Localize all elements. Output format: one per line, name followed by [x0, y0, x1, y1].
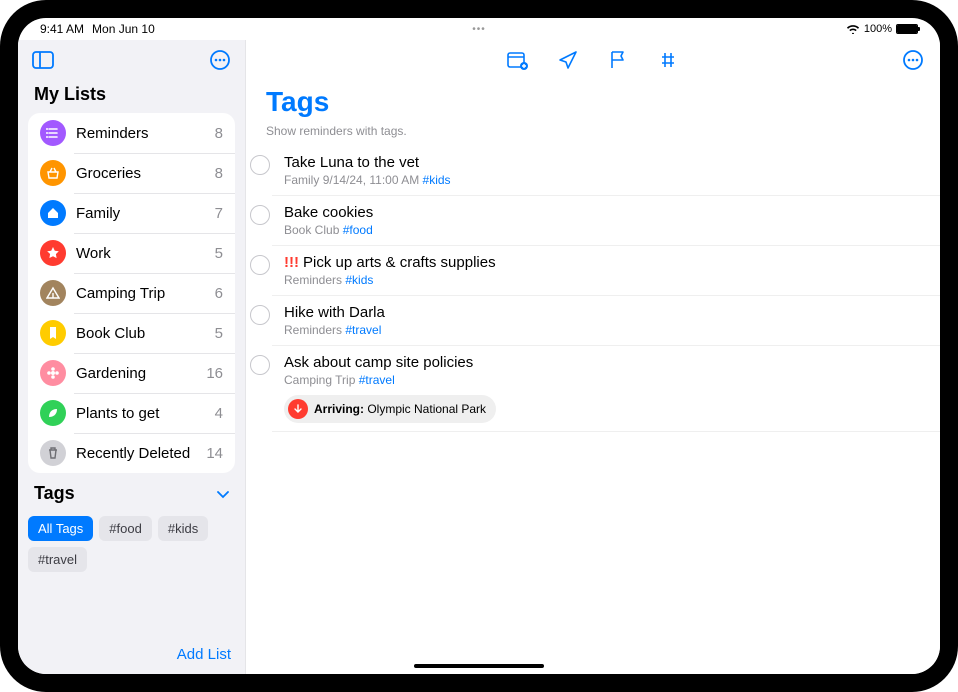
- complete-toggle[interactable]: [250, 255, 270, 275]
- reminder-row[interactable]: Hike with Darla Reminders #travel: [272, 296, 940, 346]
- complete-toggle[interactable]: [250, 355, 270, 375]
- tags-header-label: Tags: [34, 483, 75, 504]
- reminder-tag: #travel: [345, 323, 381, 337]
- home-indicator[interactable]: [414, 664, 544, 668]
- reminder-row[interactable]: Bake cookies Book Club #food: [272, 196, 940, 246]
- list-row[interactable]: Camping Trip6: [28, 273, 235, 313]
- tags-cloud: All Tags#food#kids #travel: [28, 512, 235, 582]
- location-pill[interactable]: Arriving: Olympic National Park: [284, 395, 496, 423]
- tag-button[interactable]: [655, 47, 681, 73]
- list-row[interactable]: Groceries8: [28, 153, 235, 193]
- location-button[interactable]: [555, 47, 581, 73]
- list-name: Reminders: [76, 125, 215, 142]
- battery-icon: [896, 24, 918, 34]
- reminder-tag: #travel: [359, 373, 395, 387]
- list-count: 7: [215, 205, 223, 222]
- list-row[interactable]: Book Club5: [28, 313, 235, 353]
- list-count: 4: [215, 405, 223, 422]
- list-name: Family: [76, 205, 215, 222]
- reminder-tag: #kids: [423, 173, 451, 187]
- reminder-meta: Reminders #travel: [284, 323, 920, 337]
- reminder-title: Hike with Darla: [284, 304, 920, 321]
- wifi-icon: [846, 24, 860, 34]
- page-subtitle: Show reminders with tags.: [246, 118, 940, 146]
- complete-toggle[interactable]: [250, 205, 270, 225]
- my-lists-header: My Lists: [28, 80, 235, 113]
- sidebar-toolbar: [18, 40, 245, 80]
- tag-chip[interactable]: #food: [99, 516, 152, 541]
- reminder-row[interactable]: !!!Pick up arts & crafts supplies Reminde…: [272, 246, 940, 296]
- bookmark-icon: [40, 320, 66, 346]
- list-name: Book Club: [76, 325, 215, 342]
- main-more-button[interactable]: [900, 47, 926, 73]
- reminder-tag: #kids: [345, 273, 373, 287]
- page-title: Tags: [246, 80, 940, 118]
- reminder-row[interactable]: Take Luna to the vet Family 9/14/24, 11:0…: [272, 146, 940, 196]
- list-row[interactable]: Family7: [28, 193, 235, 233]
- sidebar: My Lists Reminders8Groceries8Family7Work…: [18, 40, 246, 674]
- list-count: 8: [215, 165, 223, 182]
- reminder-title: Take Luna to the vet: [284, 154, 920, 171]
- reminder-meta: Book Club #food: [284, 223, 920, 237]
- tags-header-row[interactable]: Tags: [28, 473, 235, 512]
- list-row[interactable]: Reminders8: [28, 113, 235, 153]
- list-count: 6: [215, 285, 223, 302]
- chevron-down-icon: [217, 483, 229, 504]
- list-name: Work: [76, 245, 215, 262]
- reminder-meta: Camping Trip #travel: [284, 373, 920, 387]
- complete-toggle[interactable]: [250, 155, 270, 175]
- lists-card: Reminders8Groceries8Family7Work5Camping …: [28, 113, 235, 473]
- tag-chip[interactable]: #kids: [158, 516, 208, 541]
- reminder-tag: #food: [343, 223, 373, 237]
- list-count: 5: [215, 245, 223, 262]
- star-icon: [40, 240, 66, 266]
- list-name: Groceries: [76, 165, 215, 182]
- sidebar-toggle-button[interactable]: [30, 47, 56, 73]
- main-toolbar: [246, 40, 940, 80]
- reminder-meta: Reminders #kids: [284, 273, 920, 287]
- main-pane: Tags Show reminders with tags. Take Luna…: [246, 40, 940, 674]
- list-count: 16: [206, 365, 223, 382]
- reminders-list: Take Luna to the vet Family 9/14/24, 11:0…: [246, 146, 940, 674]
- app-body: My Lists Reminders8Groceries8Family7Work…: [18, 40, 940, 674]
- hlist-icon: [40, 120, 66, 146]
- flower-icon: [40, 360, 66, 386]
- tag-chip[interactable]: All Tags: [28, 516, 93, 541]
- list-count: 5: [215, 325, 223, 342]
- multitask-dots[interactable]: •••: [472, 24, 486, 35]
- status-time: 9:41 AM: [40, 22, 84, 36]
- priority-indicator: !!!: [284, 254, 299, 271]
- reminder-row[interactable]: Ask about camp site policies Camping Trip…: [272, 346, 940, 432]
- list-count: 14: [206, 445, 223, 462]
- ipad-device-frame: ••• 9:41 AM Mon Jun 10 100%: [0, 0, 958, 692]
- list-name: Plants to get: [76, 405, 215, 422]
- add-list-button[interactable]: Add List: [177, 646, 231, 663]
- reminder-title: Ask about camp site policies: [284, 354, 920, 371]
- complete-toggle[interactable]: [250, 305, 270, 325]
- tag-chip[interactable]: #travel: [28, 547, 87, 572]
- house-icon: [40, 200, 66, 226]
- list-row[interactable]: Plants to get4: [28, 393, 235, 433]
- list-row[interactable]: Gardening16: [28, 353, 235, 393]
- reminder-title: Bake cookies: [284, 204, 920, 221]
- reminder-meta: Family 9/14/24, 11:00 AM #kids: [284, 173, 920, 187]
- calendar-add-button[interactable]: [505, 47, 531, 73]
- list-name: Recently Deleted: [76, 445, 206, 462]
- flag-button[interactable]: [605, 47, 631, 73]
- ipad-screen: ••• 9:41 AM Mon Jun 10 100%: [18, 18, 940, 674]
- reminder-title: !!!Pick up arts & crafts supplies: [284, 254, 920, 271]
- more-options-button[interactable]: [207, 47, 233, 73]
- list-name: Gardening: [76, 365, 206, 382]
- battery-percent: 100%: [864, 23, 892, 35]
- trash-icon: [40, 440, 66, 466]
- tent-icon: [40, 280, 66, 306]
- basket-icon: [40, 160, 66, 186]
- list-count: 8: [215, 125, 223, 142]
- list-row[interactable]: Work5: [28, 233, 235, 273]
- status-date: Mon Jun 10: [92, 22, 155, 36]
- leaf-icon: [40, 400, 66, 426]
- list-name: Camping Trip: [76, 285, 215, 302]
- list-row[interactable]: Recently Deleted14: [28, 433, 235, 473]
- location-arrive-icon: [288, 399, 308, 419]
